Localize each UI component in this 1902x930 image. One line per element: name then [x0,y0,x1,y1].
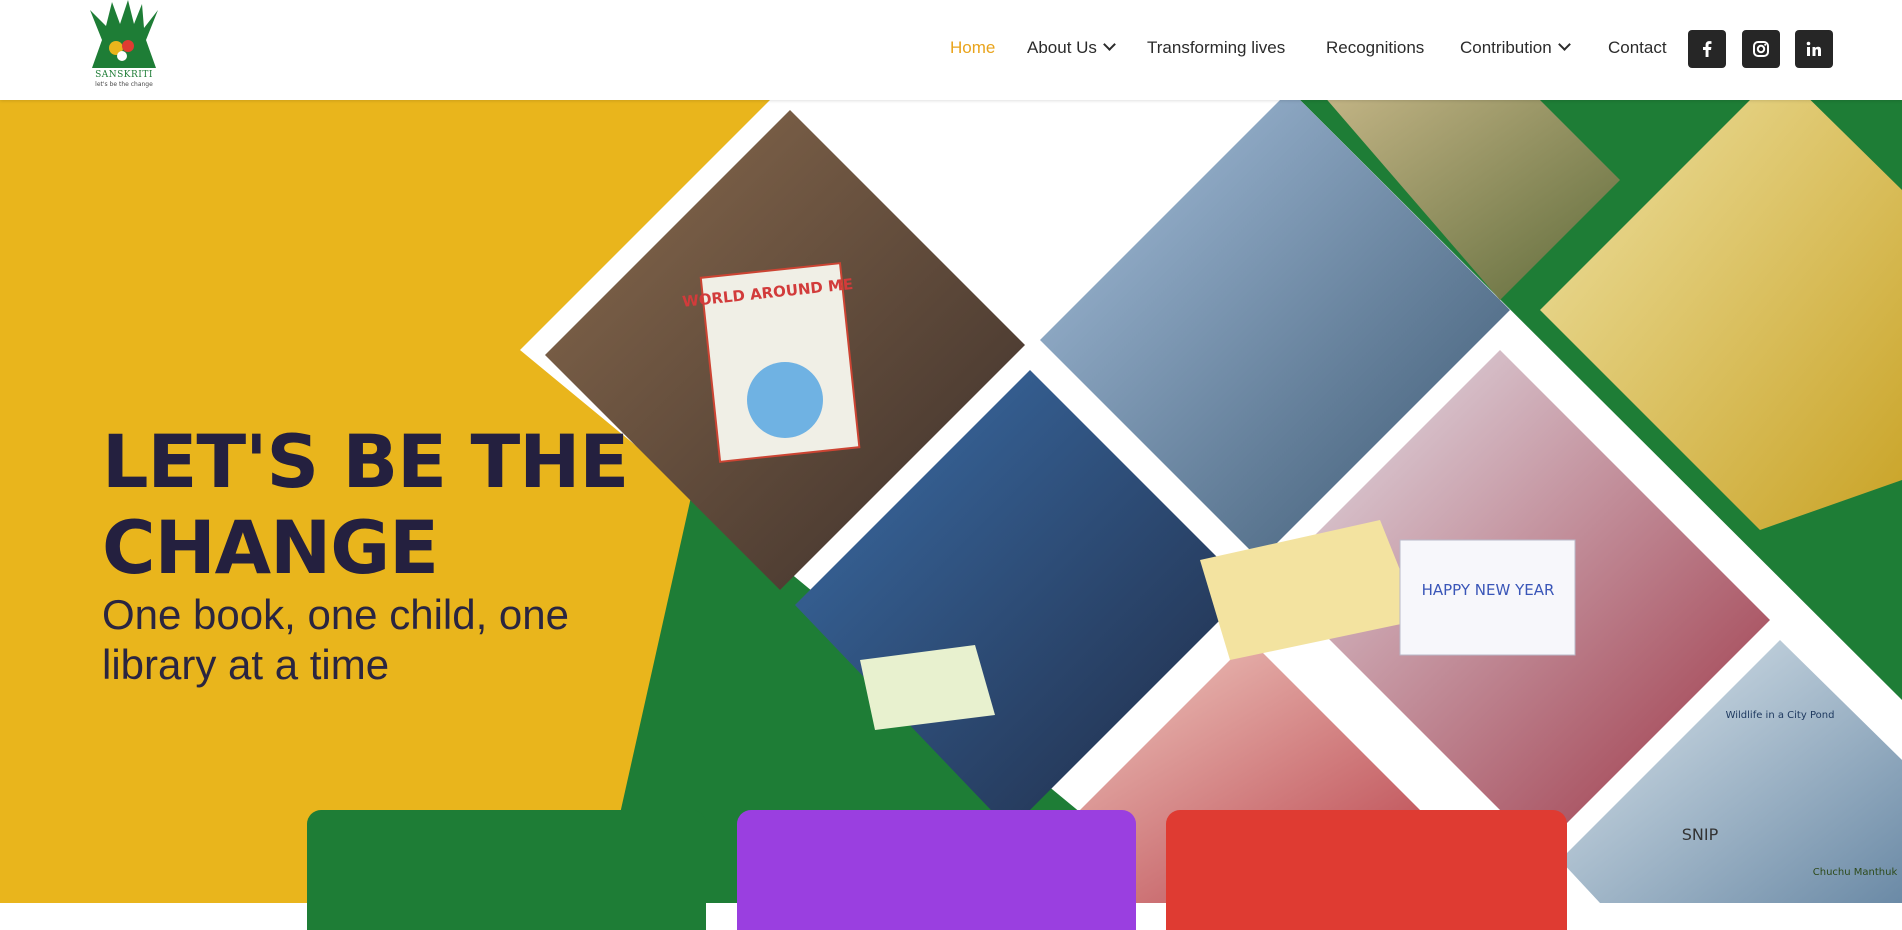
book-title-chuchu: Chuchu Manthuk [1813,867,1898,878]
logo-tagline: let's be the change [95,81,153,88]
whiteboard-happy-new-year: HAPPY NEW YEAR [1422,581,1555,599]
nav-recognitions[interactable]: Recognitions [1326,38,1424,58]
nav-transforming-lives[interactable]: Transforming lives [1147,38,1285,58]
feature-card-green[interactable] [307,810,706,930]
chevron-down-icon [1103,38,1116,51]
instagram-button[interactable] [1742,30,1780,68]
linkedin-button[interactable] [1795,30,1833,68]
nav-contact[interactable]: Contact [1608,38,1667,58]
chevron-down-icon [1557,38,1571,51]
site-header: SANSKRITI let's be the change Home About… [0,0,1902,100]
facebook-button[interactable] [1688,30,1726,68]
book-title-snip: SNIP [1682,825,1719,844]
nav-recognitions-label: Recognitions [1326,38,1425,57]
nav-transforming-lives-label: Transforming lives [1147,38,1286,57]
linkedin-icon [1806,41,1821,56]
hero-subheadline: One book, one child, one library at a ti… [102,591,570,688]
nav-home-label: Home [950,38,996,57]
hero-headline: LET'S BE THE CHANGE [102,420,629,591]
nav-home[interactable]: Home [950,38,995,58]
book-title-wildlife: Wildlife in a City Pond [1726,710,1835,721]
nav-contribution-label: Contribution [1460,38,1552,57]
instagram-icon [1753,41,1769,57]
logo-name: SANSKRITI [95,70,153,80]
feature-card-purple[interactable] [737,810,1136,930]
nav-about-us-label: About Us [1027,38,1097,57]
feature-card-red[interactable] [1166,810,1567,930]
nav-contact-label: Contact [1608,38,1667,57]
facebook-icon [1703,41,1712,57]
nav-contribution[interactable]: Contribution [1460,38,1571,58]
nav-about-us[interactable]: About Us [1027,38,1116,58]
hero-banner: WORLD AROUND ME HAPPY NEW YEAR Wildlife … [0,100,1902,903]
